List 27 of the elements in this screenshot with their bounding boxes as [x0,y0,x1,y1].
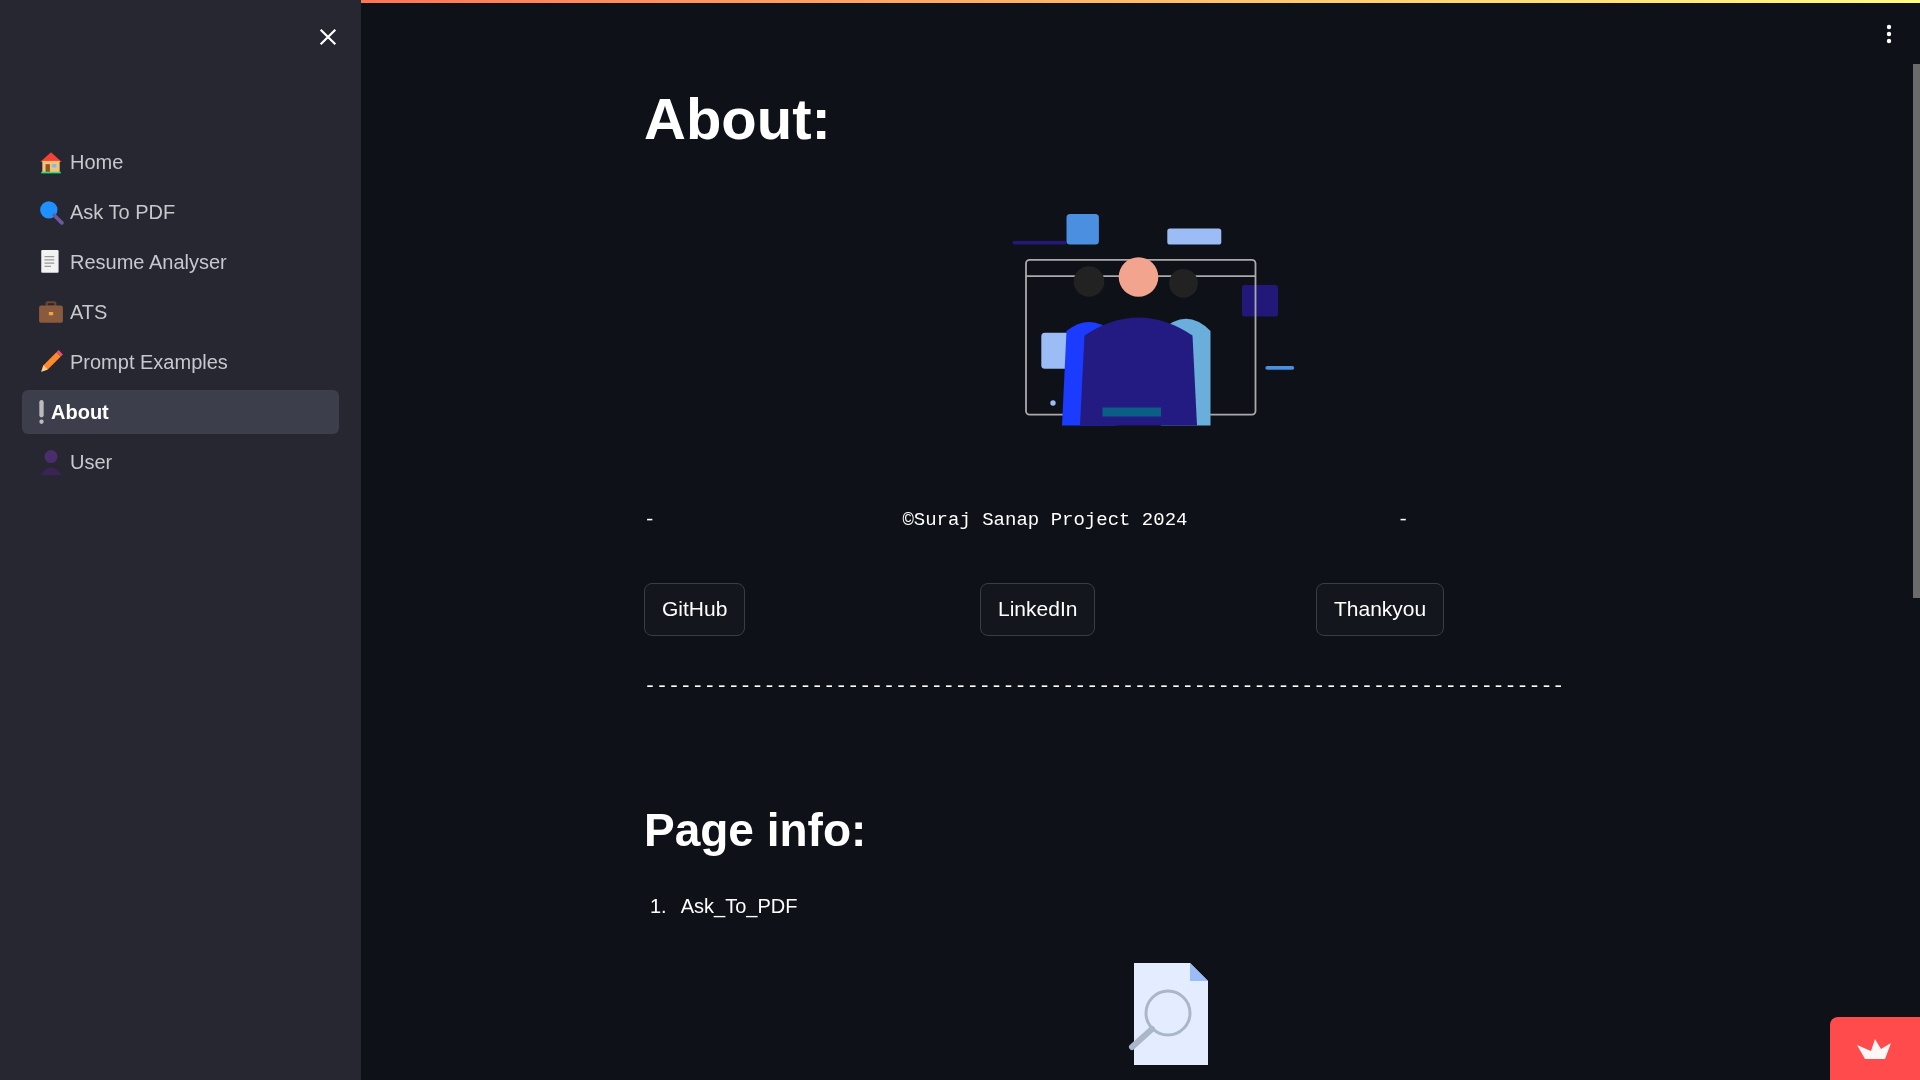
link-button[interactable]: Thankyou [1316,582,1445,636]
sidebar-item[interactable]: Home [22,140,339,184]
exclamation-icon [38,399,45,425]
link-button[interactable]: GitHub [644,582,746,636]
dash-text: - [1397,508,1409,533]
copyright-text: ©Suraj Sanap Project 2024 [902,508,1188,533]
pencil-icon [38,349,64,375]
dashed-rule-text: ----------------------------------------------------------------------------- [644,673,1566,700]
sidebar-item[interactable]: User [22,440,339,484]
sidebar-item[interactable]: ATS [22,290,339,334]
sidebar-item[interactable]: Resume Analyser [22,240,339,284]
sidebar-item[interactable]: About [22,390,339,434]
dash-text: - [644,508,656,533]
sidebar-item[interactable]: Prompt Examples [22,340,339,384]
page-title: About: [644,90,832,148]
more-options-icon[interactable] [1885,24,1893,44]
list-item-text: Ask_To_PDF [680,893,798,920]
briefcase-icon [38,299,64,325]
list-number: 1. [650,893,667,919]
close-icon[interactable] [317,26,339,48]
ship-badge[interactable] [1830,1017,1920,1080]
magnifier-icon [38,199,64,225]
sidebar-item[interactable]: Ask To PDF [22,190,339,234]
person-icon [38,449,64,475]
document-search-icon [1128,960,1210,1067]
paper-boat-icon [1857,1038,1893,1059]
link-button[interactable]: LinkedIn [980,582,1096,636]
